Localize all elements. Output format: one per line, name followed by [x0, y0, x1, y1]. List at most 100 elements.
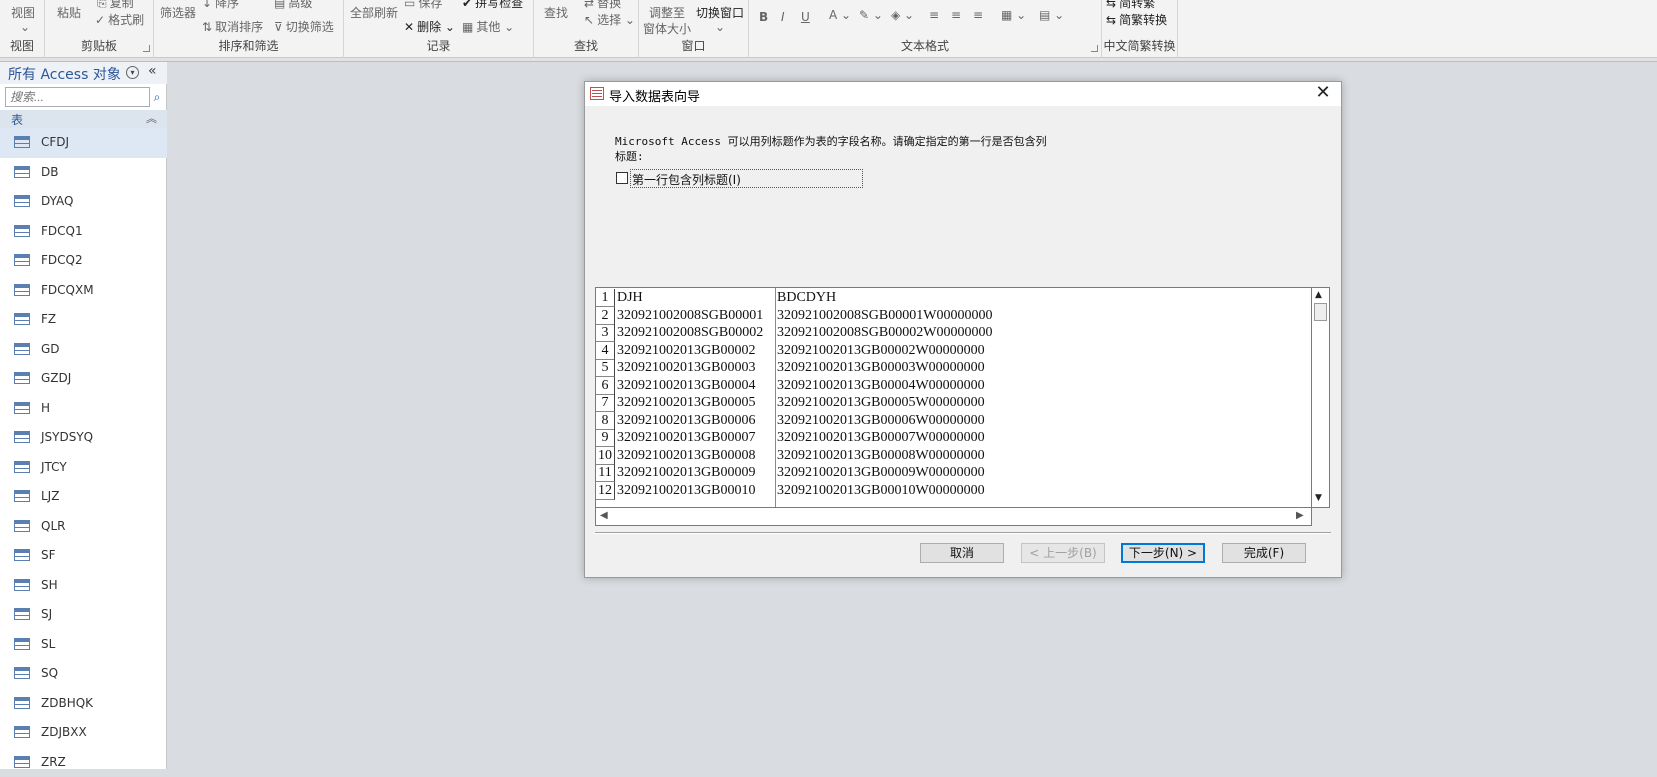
delete-button[interactable]: ✕删除 ⌄ [404, 18, 455, 35]
nav-table-item[interactable]: H [0, 394, 167, 424]
preview-cell: 320921002013GB00004W00000000 [777, 377, 985, 395]
nav-table-item[interactable]: ZDJBXX [0, 718, 167, 748]
table-name: DYAQ [41, 194, 73, 208]
back-button[interactable]: < 上一步(B) [1021, 543, 1105, 563]
refresh-all-button[interactable]: 全部刷新 [350, 4, 398, 21]
to-simplified-button[interactable]: ⇆简转繁 [1106, 0, 1155, 11]
select-button[interactable]: ↖选择 ⌄ [584, 11, 635, 28]
view-button[interactable]: 视图 [11, 4, 35, 21]
vertical-scrollbar[interactable]: ▲ ▼ [1312, 287, 1330, 508]
table-icon [14, 225, 30, 237]
italic-icon[interactable]: I [781, 10, 785, 24]
find-group-label: 查找 [534, 37, 638, 54]
collapse-group-icon[interactable]: ︽ [146, 110, 157, 126]
advanced-button[interactable]: ▤高级 [274, 0, 312, 11]
nav-table-item[interactable]: ZDBHQK [0, 689, 167, 719]
collapse-pane-icon[interactable]: « [148, 63, 157, 79]
nav-table-item[interactable]: GZDJ [0, 364, 167, 394]
find-button[interactable]: 查找 [544, 4, 568, 21]
spelling-button[interactable]: ✔拼写检查 [462, 0, 523, 11]
first-row-headers-checkbox[interactable] [616, 172, 628, 184]
table-icon [14, 667, 30, 679]
copy-button[interactable]: ⎘复制 [97, 0, 134, 11]
bold-icon[interactable]: B [759, 10, 768, 24]
nav-table-item[interactable]: SL [0, 630, 167, 660]
dialog-launcher-icon[interactable] [143, 45, 150, 52]
nav-table-item[interactable]: SJ [0, 600, 167, 630]
nav-table-item[interactable]: JSYDSYQ [0, 423, 167, 453]
clear-sort-button[interactable]: ⇅取消排序 [202, 18, 263, 35]
nav-menu-dropdown-icon[interactable]: ▾ [126, 66, 139, 79]
scroll-right-icon[interactable]: ▶ [1296, 510, 1304, 521]
underline-icon[interactable]: U [801, 10, 810, 24]
trad-simp-button[interactable]: ⇆简繁转换 [1106, 11, 1167, 28]
filter-button[interactable]: 筛选器 [160, 4, 196, 21]
nav-title[interactable]: 所有 Access 对象 [8, 64, 121, 84]
instruction-line-1: Microsoft Access 可以用列标题作为表的字段名称。请确定指定的第一… [615, 134, 1085, 149]
text-format-group: B I U A ⌄ ✎ ⌄ ◈ ⌄ ≡ ≡ ≡ ▦ ⌄ ▤ ⌄ 文本格式 [749, 0, 1102, 58]
horizontal-scrollbar[interactable]: ◀ ▶ [595, 508, 1312, 526]
data-preview-grid[interactable]: 1DJHBDCDYH2320921002008SGB00001320921002… [595, 287, 1312, 508]
sort-filter-group-label: 排序和筛选 [154, 37, 343, 54]
dialog-launcher-icon[interactable] [1091, 45, 1098, 52]
table-icon [14, 608, 30, 620]
nav-table-item[interactable]: JTCY [0, 453, 167, 483]
scroll-left-icon[interactable]: ◀ [600, 510, 608, 521]
nav-table-item[interactable]: FDCQ1 [0, 217, 167, 247]
nav-table-item[interactable]: LJZ [0, 482, 167, 512]
chevron-down-icon[interactable]: ⌄ [715, 20, 725, 34]
search-input[interactable] [5, 87, 150, 107]
align-left-icon[interactable]: ≡ [929, 8, 939, 22]
cancel-button[interactable]: 取消 [920, 543, 1004, 563]
first-row-headers-label[interactable]: 第一行包含列标题(I) [630, 169, 863, 188]
fit-window-button[interactable]: 调整至 [649, 4, 685, 21]
select-label: 选择 [597, 13, 621, 27]
align-right-icon[interactable]: ≡ [973, 8, 983, 22]
next-button[interactable]: 下一步(N) > [1121, 543, 1205, 563]
fill-color-icon[interactable]: ◈ ⌄ [891, 8, 914, 22]
nav-table-item[interactable]: ZRZ [0, 748, 167, 777]
tables-group-header[interactable]: 表 ︽ [0, 110, 167, 128]
table-name: JTCY [41, 460, 67, 474]
table-icon [14, 431, 30, 443]
search-icon[interactable]: ⌕ [150, 87, 164, 107]
close-icon[interactable]: ✕ [1308, 83, 1338, 105]
nav-header[interactable]: 所有 Access 对象 ▾ « [0, 62, 167, 84]
nav-table-item[interactable]: GD [0, 335, 167, 365]
view-group: 视图 ⌄ 视图 [0, 0, 45, 58]
gridlines-icon[interactable]: ▦ ⌄ [1001, 8, 1026, 22]
other-button[interactable]: ▦其他 ⌄ [462, 18, 514, 35]
format-painter-button[interactable]: ✓格式刷 [95, 11, 144, 28]
dialog-titlebar[interactable]: 导入数据表向导 ✕ [585, 82, 1341, 106]
finish-button[interactable]: 完成(F) [1222, 543, 1306, 563]
nav-table-item[interactable]: FZ [0, 305, 167, 335]
highlight-icon[interactable]: ✎ ⌄ [859, 8, 883, 22]
nav-table-item[interactable]: QLR [0, 512, 167, 542]
nav-table-item[interactable]: SQ [0, 659, 167, 689]
font-color-icon[interactable]: A ⌄ [829, 8, 851, 22]
nav-table-item[interactable]: FDCQ2 [0, 246, 167, 276]
descending-button[interactable]: ↓降序 [202, 0, 239, 11]
align-center-icon[interactable]: ≡ [951, 8, 961, 22]
table-list: CFDJDB DYAQ FDCQ1FDCQ2FDCQXMFZGDGZDJHJSYDS… [0, 128, 167, 777]
scroll-up-icon[interactable]: ▲ [1315, 290, 1322, 300]
advanced-label: 高级 [288, 0, 312, 10]
copy-label: 复制 [110, 0, 134, 10]
nav-table-item[interactable]: SH [0, 571, 167, 601]
alternate-row-color-icon[interactable]: ▤ ⌄ [1039, 8, 1064, 22]
nav-table-item[interactable]: FDCQXM [0, 276, 167, 306]
scroll-thumb[interactable] [1314, 303, 1327, 321]
scroll-down-icon[interactable]: ▼ [1315, 493, 1322, 503]
chevron-down-icon[interactable]: ⌄ [20, 20, 30, 34]
records-group: 全部刷新 ▭保存 ✕删除 ⌄ ✔拼写检查 ▦其他 ⌄ 记录 [344, 0, 534, 58]
nav-table-item[interactable]: CFDJ [0, 128, 167, 158]
nav-table-item[interactable]: DYAQ [0, 187, 167, 217]
nav-table-item[interactable]: SF [0, 541, 167, 571]
toggle-filter-button[interactable]: ⊽切换筛选 [274, 18, 334, 35]
paste-button[interactable]: 粘贴 [57, 4, 81, 21]
switch-windows-button[interactable]: 切换窗口 [696, 4, 744, 21]
table-name: ZDBHQK [41, 696, 93, 710]
save-button[interactable]: ▭保存 [404, 0, 442, 11]
nav-table-item[interactable]: DB [0, 158, 167, 188]
replace-button[interactable]: ⇄替换 [584, 0, 621, 11]
